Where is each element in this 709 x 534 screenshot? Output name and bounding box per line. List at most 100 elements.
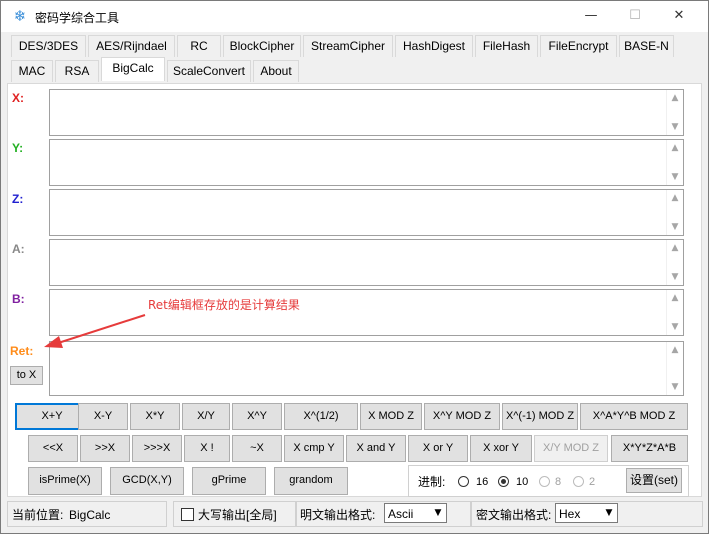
- radix-8-label: 8: [555, 476, 562, 488]
- div-button[interactable]: X/Y: [182, 403, 230, 430]
- radix-2-radio: [573, 476, 584, 487]
- set-radix-button[interactable]: 设置(set): [626, 468, 682, 493]
- scroll-up-icon[interactable]: ▲: [670, 243, 680, 253]
- snowflake-icon: ❄: [13, 7, 27, 25]
- z-input[interactable]: [49, 189, 684, 236]
- radix-label: 进制:: [418, 475, 446, 489]
- radix-10-radio[interactable]: [498, 476, 509, 487]
- x-scrollbar[interactable]: ▲ ▼: [666, 89, 684, 136]
- y-label: Y:: [12, 141, 24, 155]
- product-button[interactable]: X*Y*Z*A*B: [611, 435, 688, 462]
- close-button[interactable]: ✕: [656, 1, 702, 32]
- plain-format-select[interactable]: Ascii ▼: [384, 503, 447, 523]
- grandom-button[interactable]: grandom: [274, 467, 348, 495]
- x-input[interactable]: [49, 89, 684, 136]
- shr-button[interactable]: >>X: [80, 435, 130, 462]
- or-button[interactable]: X or Y: [408, 435, 468, 462]
- maximize-button: ☐: [629, 8, 641, 23]
- cipher-format-value: Hex: [559, 507, 581, 521]
- scroll-down-icon[interactable]: ▼: [670, 272, 680, 282]
- sub-button[interactable]: X-Y: [78, 403, 128, 430]
- sqrt-button[interactable]: X^(1/2): [284, 403, 358, 430]
- scroll-up-icon[interactable]: ▲: [670, 193, 680, 203]
- app-window: ❄ 密码学综合工具 — ☐ ✕ DES/3DES AES/Rijndael RC…: [0, 0, 709, 534]
- z-scrollbar[interactable]: ▲ ▼: [666, 189, 684, 236]
- status-bar: 当前位置: BigCalc 大写输出[全局] 明文输出格式: Ascii ▼ 密…: [7, 498, 703, 529]
- tab-bigcalc[interactable]: BigCalc: [101, 57, 165, 81]
- to-x-button[interactable]: to X: [10, 366, 43, 385]
- tab-rsa[interactable]: RSA: [55, 60, 99, 82]
- tab-strip: DES/3DES AES/Rijndael RC BlockCipher Str…: [7, 35, 705, 85]
- cipher-format-label: 密文输出格式:: [476, 508, 552, 522]
- and-button[interactable]: X and Y: [346, 435, 406, 462]
- divmod-button: X/Y MOD Z: [534, 435, 608, 462]
- plain-format-value: Ascii: [388, 507, 414, 521]
- z-label: Z:: [12, 192, 24, 206]
- mul-button[interactable]: X*Y: [130, 403, 180, 430]
- chevron-down-icon[interactable]: ▼: [430, 504, 446, 522]
- b-scrollbar[interactable]: ▲ ▼: [666, 289, 684, 336]
- pow-button[interactable]: X^Y: [232, 403, 282, 430]
- shl-button[interactable]: <<X: [28, 435, 78, 462]
- tab-des[interactable]: DES/3DES: [11, 35, 86, 57]
- ret-scrollbar[interactable]: ▲ ▼: [666, 341, 684, 396]
- scroll-up-icon[interactable]: ▲: [670, 345, 680, 355]
- radix-2-label: 2: [589, 476, 596, 488]
- radix-10-label[interactable]: 10: [516, 476, 528, 488]
- radix-8-radio: [539, 476, 550, 487]
- minimize-button[interactable]: —: [568, 1, 614, 32]
- annotation-arrow-icon: [44, 314, 146, 348]
- tab-rc[interactable]: RC: [177, 35, 221, 57]
- scroll-up-icon[interactable]: ▲: [670, 93, 680, 103]
- window-title: 密码学综合工具: [35, 11, 120, 25]
- powmod-button[interactable]: X^Y MOD Z: [424, 403, 500, 430]
- scroll-down-icon[interactable]: ▼: [670, 322, 680, 332]
- title-bar[interactable]: ❄ 密码学综合工具 — ☐ ✕: [1, 1, 708, 32]
- radix-16-radio[interactable]: [458, 476, 469, 487]
- y-scrollbar[interactable]: ▲ ▼: [666, 139, 684, 186]
- a-label: A:: [12, 242, 25, 256]
- not-button[interactable]: ~X: [232, 435, 282, 462]
- radix-16-label[interactable]: 16: [476, 476, 488, 488]
- plain-format-label: 明文输出格式:: [300, 508, 376, 522]
- status-position-label: 当前位置:: [12, 508, 64, 522]
- uppercase-label[interactable]: 大写输出[全局]: [198, 508, 277, 522]
- tab-aes[interactable]: AES/Rijndael: [88, 35, 175, 57]
- tab-about[interactable]: About: [253, 60, 299, 82]
- ret-label: Ret:: [10, 344, 34, 358]
- tab-base-n[interactable]: BASE-N: [619, 35, 674, 57]
- dualpowmod-button[interactable]: X^A*Y^B MOD Z: [580, 403, 688, 430]
- annotation-text: Ret编辑框存放的是计算结果: [148, 298, 300, 312]
- mod-button[interactable]: X MOD Z: [360, 403, 422, 430]
- invmod-button[interactable]: X^(-1) MOD Z: [502, 403, 578, 430]
- scroll-up-icon[interactable]: ▲: [670, 293, 680, 303]
- scroll-down-icon[interactable]: ▼: [670, 222, 680, 232]
- xor-button[interactable]: X xor Y: [470, 435, 532, 462]
- tab-blockcipher[interactable]: BlockCipher: [223, 35, 301, 57]
- tab-hashdigest[interactable]: HashDigest: [395, 35, 473, 57]
- uppercase-checkbox[interactable]: [181, 508, 194, 521]
- tab-filehash[interactable]: FileHash: [475, 35, 538, 57]
- a-input[interactable]: [49, 239, 684, 286]
- y-input[interactable]: [49, 139, 684, 186]
- b-label: B:: [12, 292, 25, 306]
- cipher-format-select[interactable]: Hex ▼: [555, 503, 618, 523]
- a-scrollbar[interactable]: ▲ ▼: [666, 239, 684, 286]
- x-label: X:: [12, 91, 24, 105]
- gcd-button[interactable]: GCD(X,Y): [110, 467, 184, 495]
- scroll-down-icon[interactable]: ▼: [670, 382, 680, 392]
- tab-scaleconvert[interactable]: ScaleConvert: [167, 60, 251, 82]
- ushr-button[interactable]: >>>X: [132, 435, 182, 462]
- gprime-button[interactable]: gPrime: [192, 467, 266, 495]
- tab-fileencrypt[interactable]: FileEncrypt: [540, 35, 617, 57]
- chevron-down-icon[interactable]: ▼: [601, 504, 617, 522]
- isprime-button[interactable]: isPrime(X): [28, 467, 102, 495]
- scroll-down-icon[interactable]: ▼: [670, 172, 680, 182]
- scroll-up-icon[interactable]: ▲: [670, 143, 680, 153]
- factorial-button[interactable]: X !: [184, 435, 230, 462]
- status-position-value: BigCalc: [69, 508, 111, 522]
- cmp-button[interactable]: X cmp Y: [284, 435, 344, 462]
- scroll-down-icon[interactable]: ▼: [670, 122, 680, 132]
- tab-streamcipher[interactable]: StreamCipher: [303, 35, 393, 57]
- tab-mac[interactable]: MAC: [11, 60, 53, 82]
